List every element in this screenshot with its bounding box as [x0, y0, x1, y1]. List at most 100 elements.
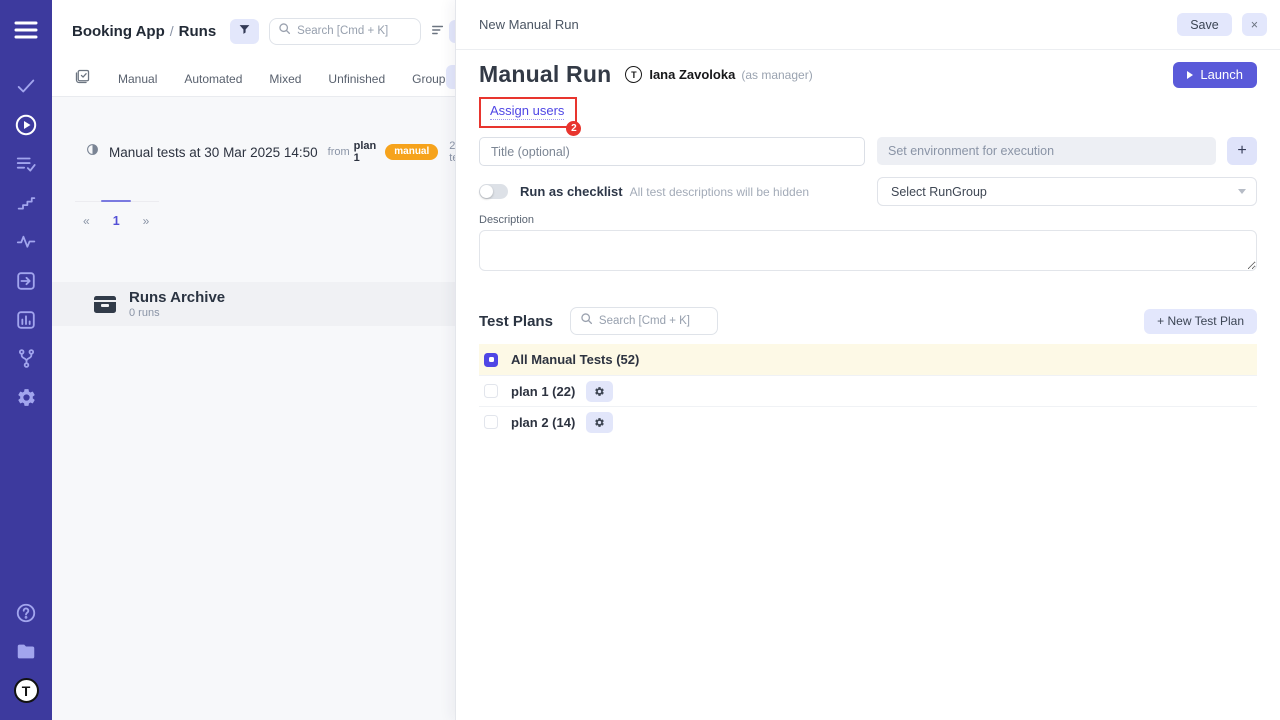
checkbox-unchecked[interactable] [484, 384, 498, 398]
sidebar: T [0, 0, 52, 720]
rungroup-select-value: Select RunGroup [891, 185, 987, 199]
archive-count: 0 runs [129, 307, 225, 319]
plan-settings-gear-icon[interactable] [586, 412, 613, 433]
launch-button-label: Launch [1200, 67, 1243, 82]
description-label: Description [479, 214, 1257, 226]
tests-check-icon[interactable] [0, 66, 52, 105]
add-environment-button[interactable]: + [1227, 137, 1257, 165]
help-icon[interactable] [0, 593, 52, 632]
search-icon [580, 312, 593, 330]
breadcrumb-current: Runs [179, 23, 217, 40]
pagination-page-1[interactable]: 1 [113, 214, 120, 228]
user-role: (as manager) [741, 68, 812, 82]
funnel-icon [238, 23, 251, 39]
pagination-track [75, 201, 159, 202]
launch-button[interactable]: Launch [1173, 62, 1257, 88]
test-plans-search[interactable] [570, 307, 718, 335]
assign-users-link[interactable]: Assign users [490, 103, 564, 120]
assign-users-annotation-box: Assign users 2 [479, 97, 577, 128]
pagination-controls: « 1 » [75, 214, 455, 228]
test-plans-list: All Manual Tests (52) plan 1 (22) plan 2… [479, 344, 1257, 437]
runs-tabs: Manual Automated Mixed Unfinished Groups [52, 62, 455, 97]
projects-folder-icon[interactable] [0, 632, 52, 671]
checklist-hint: All test descriptions will be hidden [630, 185, 809, 199]
run-heading-row: Manual Run T Iana Zavoloka (as manager) … [479, 61, 1257, 88]
run-form: + Run as checklist All test descriptions… [479, 137, 1257, 206]
new-test-plan-button[interactable]: + New Test Plan [1144, 309, 1257, 334]
test-plan-label: plan 1 (22) [511, 384, 575, 399]
archive-title: Runs Archive [129, 289, 225, 306]
overlay-topbar: New Manual Run Save × [456, 0, 1280, 50]
overlay-content: Manual Run T Iana Zavoloka (as manager) … [456, 61, 1280, 437]
save-button[interactable]: Save [1177, 13, 1232, 36]
globe-icon [86, 143, 99, 161]
test-plan-row-plan-2[interactable]: plan 2 (14) [479, 406, 1257, 437]
breadcrumb-project[interactable]: Booking App [72, 23, 165, 40]
checkbox-checked[interactable] [484, 353, 498, 367]
test-plan-row-plan-1[interactable]: plan 1 (22) [479, 375, 1257, 406]
checklist-label: Run as checklist [520, 184, 623, 199]
tabs-scroll-pill[interactable] [446, 65, 455, 89]
run-type-badge: manual [385, 144, 438, 161]
milestones-steps-icon[interactable] [0, 183, 52, 222]
overlay-title: New Manual Run [479, 17, 579, 32]
import-sign-in-icon[interactable] [0, 261, 52, 300]
environment-input[interactable] [877, 137, 1216, 165]
runs-search-input[interactable] [297, 25, 412, 37]
run-list-item[interactable]: Manual tests at 30 Mar 2025 14:50 from p… [52, 141, 455, 163]
annotation-step-badge: 2 [566, 121, 581, 136]
checkbox-unchecked[interactable] [484, 415, 498, 429]
runs-archive-row[interactable]: Runs Archive 0 runs [52, 282, 455, 326]
runs-list-body: Manual tests at 30 Mar 2025 14:50 from p… [52, 141, 455, 326]
checklist-row: Run as checklist All test descriptions w… [479, 177, 865, 206]
select-all-icon[interactable] [74, 68, 91, 90]
settings-gear-icon[interactable] [0, 378, 52, 417]
run-as-checklist-toggle[interactable] [479, 184, 508, 199]
test-plans-heading: Test Plans [479, 313, 553, 330]
toggle-knob [480, 185, 493, 198]
overlay-actions: Save × [1177, 13, 1267, 36]
brand-logo[interactable]: T [0, 671, 52, 710]
user-name: Iana Zavoloka [649, 67, 735, 82]
archive-box-icon [94, 296, 116, 313]
test-plans-header: Test Plans + New Test Plan [479, 307, 1257, 335]
environment-row: + [877, 137, 1257, 166]
reports-bar-chart-icon[interactable] [0, 300, 52, 339]
pagination-active-indicator [101, 200, 131, 202]
tab-unfinished[interactable]: Unfinished [328, 72, 385, 86]
test-plan-label: plan 2 (14) [511, 415, 575, 430]
pagination-next-button[interactable]: » [143, 214, 150, 228]
test-plan-label: All Manual Tests (52) [511, 352, 639, 367]
tab-manual[interactable]: Manual [118, 72, 157, 86]
runs-list-panel: Booking App/Runs × Manual Automated Mixe… [52, 0, 455, 720]
test-plans-search-input[interactable] [599, 315, 708, 327]
breadcrumb: Booking App / Runs [72, 23, 216, 40]
runs-search[interactable] [269, 18, 421, 45]
runs-play-icon[interactable] [0, 105, 52, 144]
rungroup-select[interactable]: Select RunGroup [877, 177, 1257, 206]
tab-mixed[interactable]: Mixed [269, 72, 301, 86]
run-plan-name[interactable]: plan 1 [354, 140, 377, 164]
test-plan-row-all-manual[interactable]: All Manual Tests (52) [479, 344, 1257, 375]
sort-icon[interactable] [431, 23, 445, 40]
close-button[interactable]: × [1242, 13, 1267, 36]
breadcrumb-separator: / [170, 23, 174, 39]
activity-pulse-icon[interactable] [0, 222, 52, 261]
title-input[interactable] [479, 137, 865, 166]
plan-settings-gear-icon[interactable] [586, 381, 613, 402]
filter-button[interactable] [230, 19, 259, 44]
run-title[interactable]: Manual tests at 30 Mar 2025 14:50 [109, 145, 318, 160]
pagination-prev-button[interactable]: « [83, 214, 90, 228]
run-from-label: from [328, 146, 350, 158]
tab-automated[interactable]: Automated [184, 72, 242, 86]
user-avatar: T [625, 66, 642, 83]
suites-list-check-icon[interactable] [0, 144, 52, 183]
play-icon [1187, 71, 1193, 79]
branches-git-icon[interactable] [0, 339, 52, 378]
pagination: « 1 » [52, 201, 455, 228]
menu-icon[interactable] [0, 8, 52, 52]
description-textarea[interactable] [479, 230, 1257, 271]
page-title: Manual Run [479, 61, 611, 88]
runs-header: Booking App/Runs × [52, 0, 455, 62]
new-manual-run-panel: New Manual Run Save × Manual Run T Iana … [455, 0, 1280, 720]
